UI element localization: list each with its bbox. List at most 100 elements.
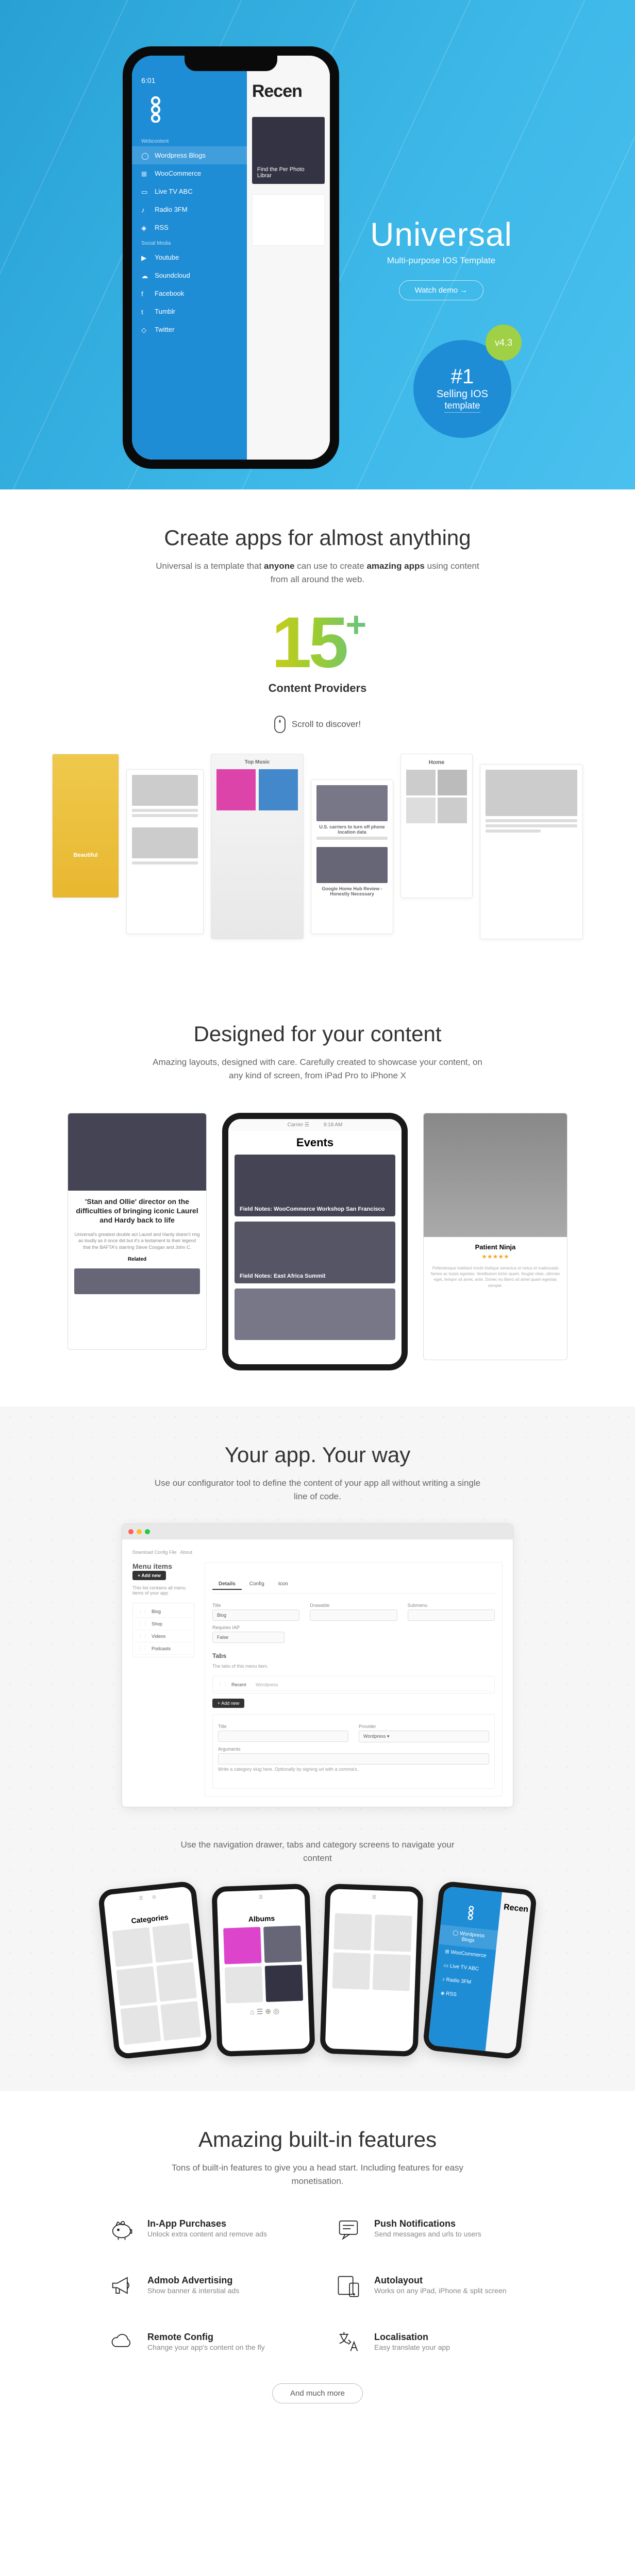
drawer-section-label-2: Social Media bbox=[132, 236, 247, 248]
create-title: Create apps for almost anything bbox=[31, 526, 604, 550]
drawer-item-radio[interactable]: ♪Radio 3FM bbox=[132, 200, 247, 218]
drawer-item-tumblr[interactable]: tTumblr bbox=[132, 302, 247, 320]
tab-title-input[interactable] bbox=[218, 1731, 348, 1742]
tab-icon[interactable]: Icon bbox=[272, 1579, 294, 1589]
collage-card: Home bbox=[400, 754, 473, 898]
provider-count: 15+ bbox=[31, 606, 604, 679]
article-hero-image bbox=[68, 1113, 206, 1191]
drawer-item-wordpress[interactable]: ◯Wordpress Blogs bbox=[132, 146, 247, 164]
albums-title: Albums bbox=[218, 1903, 306, 1928]
drawer-item-rss[interactable]: ◈RSS bbox=[132, 218, 247, 236]
device-product: Patient Ninja ★★★★★ Pellentesque habitan… bbox=[423, 1113, 567, 1360]
configurator-mockup: Download Config File About Menu items + … bbox=[122, 1523, 513, 1807]
drawable-input[interactable] bbox=[310, 1609, 397, 1621]
megaphone-icon bbox=[106, 2270, 137, 2301]
maximize-dot-icon bbox=[145, 1529, 150, 1534]
add-new-button[interactable]: + Add new bbox=[132, 1571, 166, 1580]
submenu-input[interactable] bbox=[408, 1609, 495, 1621]
create-desc: Universal is a template that anyone can … bbox=[153, 560, 482, 586]
peek-title: Recen bbox=[252, 81, 325, 101]
yourway-desc: Use our configurator tool to define the … bbox=[153, 1477, 482, 1503]
list-item[interactable]: ⋮⋮Shop bbox=[135, 1618, 192, 1630]
arguments-input[interactable] bbox=[218, 1753, 489, 1765]
screenshots-collage: Beautiful Top Music U.S. carriers to tur… bbox=[31, 754, 604, 950]
drawer-item-woocommerce[interactable]: ⊞WooCommerce bbox=[132, 164, 247, 182]
menu-items-title: Menu items + Add new bbox=[132, 1562, 194, 1580]
and-much-more-button[interactable]: And much more bbox=[272, 2383, 363, 2403]
collage-card: U.S. carriers to turn off phone location… bbox=[311, 779, 393, 934]
event-card[interactable] bbox=[235, 1289, 395, 1340]
field-label: Requires IAP bbox=[212, 1625, 285, 1630]
configurator-body: Download Config File About Menu items + … bbox=[122, 1539, 513, 1807]
drawer-item-facebook[interactable]: fFacebook bbox=[132, 284, 247, 302]
list-item[interactable]: ⋮⋮Podcasts bbox=[135, 1642, 192, 1655]
list-item[interactable]: ⋮⋮Blog bbox=[135, 1605, 192, 1618]
tabs-note: The tabs of this menu item. bbox=[212, 1664, 495, 1669]
peek-article-card[interactable]: Find the Per Photo Librar bbox=[252, 117, 325, 184]
field-label: Submenu bbox=[408, 1603, 495, 1608]
title-input[interactable]: Blog bbox=[212, 1609, 299, 1621]
scroll-hint: Scroll to discover! bbox=[31, 716, 604, 733]
drawer-section-label: Webcontent bbox=[132, 134, 247, 146]
drawer-item-youtube[interactable]: ▶Youtube bbox=[132, 248, 247, 266]
feature-desc: Show banner & interstial ads bbox=[147, 2286, 239, 2295]
collage-card: Top Music bbox=[211, 754, 304, 939]
related-label: Related bbox=[68, 1250, 206, 1268]
translate-icon bbox=[333, 2327, 364, 2358]
drag-icon: ⋮⋮ bbox=[138, 1646, 147, 1651]
mouse-icon bbox=[274, 716, 286, 733]
collage-card bbox=[126, 769, 204, 934]
yourway-section: Your app. Your way Use our configurator … bbox=[0, 1406, 635, 2091]
phone-screen: 6:01 Webcontent ◯Wordpress Blogs ⊞WooCom… bbox=[132, 56, 330, 460]
version-badge: v4.3 bbox=[486, 325, 522, 361]
device-events: Carrier ☰ 9:18 AM Events Field Notes: Wo… bbox=[222, 1113, 408, 1370]
product-title: Patient Ninja bbox=[424, 1237, 567, 1253]
add-tab-button[interactable]: + Add new bbox=[212, 1699, 244, 1708]
feature-remote: Remote ConfigChange your app's content o… bbox=[106, 2327, 302, 2358]
drag-icon: ⋮⋮ bbox=[138, 1621, 147, 1626]
hero-subtitle: Multi-purpose IOS Template bbox=[370, 256, 512, 266]
feature-title: Push Notifications bbox=[374, 2218, 481, 2229]
config-tabs: Details Config Icon bbox=[212, 1579, 495, 1594]
nav-drawer: 6:01 Webcontent ◯Wordpress Blogs ⊞WooCom… bbox=[132, 56, 247, 460]
tumblr-icon: t bbox=[141, 308, 148, 315]
list-item[interactable]: ⋮⋮Videos bbox=[135, 1630, 192, 1642]
nav-note: Use the navigation drawer, tabs and cate… bbox=[173, 1838, 462, 1865]
badge-number: #1 bbox=[451, 365, 474, 388]
phone-notch bbox=[185, 56, 277, 71]
watch-demo-button[interactable]: Watch demo → bbox=[399, 280, 484, 300]
hero-title: Universal bbox=[370, 215, 512, 253]
star-rating-icon: ★★★★★ bbox=[424, 1253, 567, 1260]
event-card[interactable]: Field Notes: WooCommerce Workshop San Fr… bbox=[235, 1155, 395, 1216]
tabs-section-title: Tabs bbox=[212, 1652, 495, 1659]
status-time: 6:01 bbox=[132, 76, 247, 84]
feature-admob: Admob AdvertisingShow banner & interstia… bbox=[106, 2270, 302, 2301]
iap-select[interactable]: False bbox=[212, 1632, 285, 1643]
drawer-item-twitter[interactable]: ◇Twitter bbox=[132, 320, 247, 338]
radio-icon: ♪ bbox=[141, 206, 148, 213]
feature-iap: In-App PurchasesUnlock extra content and… bbox=[106, 2213, 302, 2244]
product-image bbox=[424, 1113, 567, 1237]
tab-details[interactable]: Details bbox=[212, 1579, 242, 1590]
drag-icon: ⋮⋮ bbox=[138, 1608, 147, 1614]
minimize-dot-icon bbox=[137, 1529, 142, 1534]
drawer-item-soundcloud[interactable]: ☁Soundcloud bbox=[132, 266, 247, 284]
product-desc: Pellentesque habitant morbi tristique se… bbox=[424, 1260, 567, 1294]
provider-select[interactable]: Wordpress ▾ bbox=[359, 1731, 489, 1742]
soundcloud-icon: ☁ bbox=[141, 272, 148, 279]
features-section: Amazing built-in features Tons of built-… bbox=[0, 2091, 635, 2439]
yourway-title: Your app. Your way bbox=[31, 1443, 604, 1467]
article-title: 'Stan and Ollie' director on the difficu… bbox=[68, 1191, 206, 1231]
peek-small-card[interactable] bbox=[252, 194, 325, 246]
chat-bubble-icon bbox=[333, 2213, 364, 2244]
tab-config[interactable]: Config bbox=[243, 1579, 271, 1589]
feature-title: Autolayout bbox=[374, 2275, 507, 2286]
event-card[interactable]: Field Notes: East Africa Summit bbox=[235, 1222, 395, 1283]
nav-device-drawer: ◯ Wordpress Blogs ⊞ WooCommerce ▭ Live T… bbox=[422, 1880, 537, 2060]
cloud-icon bbox=[106, 2327, 137, 2358]
drawer-item-livetv[interactable]: ▭Live TV ABC bbox=[132, 182, 247, 200]
tab-list-item[interactable]: ⋮⋮Recent Wordpress bbox=[215, 1679, 492, 1691]
menu-note: This list contains all menu items of you… bbox=[132, 1585, 194, 1596]
window-titlebar bbox=[122, 1524, 513, 1539]
hero-section: 6:01 Webcontent ◯Wordpress Blogs ⊞WooCom… bbox=[0, 0, 635, 489]
